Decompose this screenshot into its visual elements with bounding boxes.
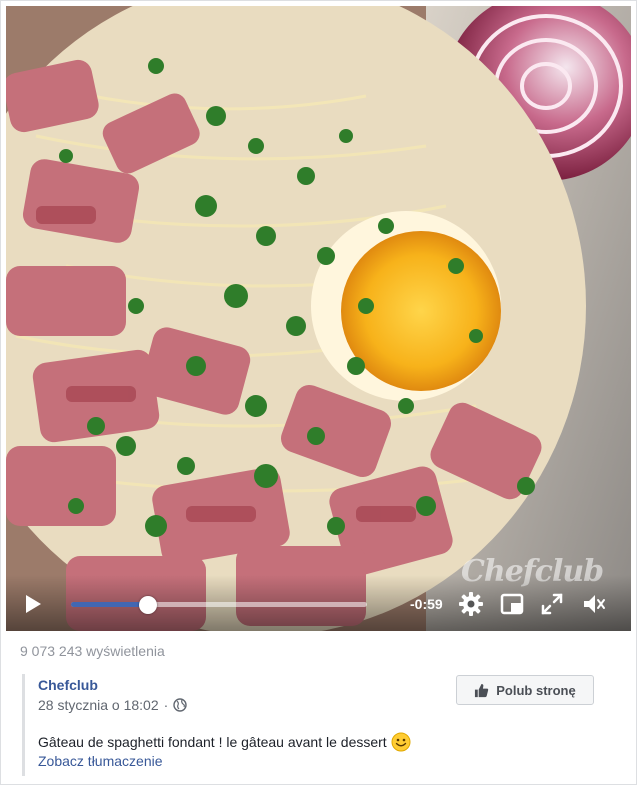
progress-bar[interactable]	[71, 596, 367, 614]
thumbs-up-icon	[475, 683, 489, 697]
video-frame	[6, 6, 631, 631]
picture-in-picture-icon[interactable]	[499, 591, 525, 617]
smiley-emoji-icon	[391, 732, 411, 752]
view-count: 9 073 243 wyświetlenia	[20, 643, 165, 659]
settings-gear-icon[interactable]	[458, 591, 484, 617]
progress-fill	[71, 602, 148, 607]
like-page-button[interactable]: Polub stronę	[456, 675, 594, 705]
separator: ·	[163, 697, 169, 713]
progress-knob[interactable]	[138, 596, 157, 614]
video-player[interactable]: Chefclub -0:59	[6, 6, 631, 631]
globe-icon	[173, 698, 188, 712]
video-post-card: Chefclub -0:59 9 073 243 wyświetlenia Ch…	[0, 0, 637, 785]
time-remaining: -0:59	[410, 596, 443, 612]
page-name-link[interactable]: Chefclub	[38, 677, 98, 693]
shared-post: Chefclub 28 stycznia o 18:02 · Polub str…	[22, 674, 602, 776]
post-date-link[interactable]: 28 stycznia o 18:02	[38, 697, 159, 713]
volume-muted-icon[interactable]	[580, 591, 606, 617]
video-controls-bar: -0:59	[6, 575, 631, 631]
post-timestamp-row: 28 stycznia o 18:02 ·	[38, 697, 188, 713]
fullscreen-icon[interactable]	[539, 591, 565, 617]
like-page-label: Polub stronę	[496, 682, 576, 698]
play-icon[interactable]	[22, 593, 44, 615]
post-caption: Gâteau de spaghetti fondant ! le gâteau …	[38, 732, 411, 752]
caption-text: Gâteau de spaghetti fondant ! le gâteau …	[38, 734, 387, 750]
see-translation-link[interactable]: Zobacz tłumaczenie	[38, 753, 163, 769]
